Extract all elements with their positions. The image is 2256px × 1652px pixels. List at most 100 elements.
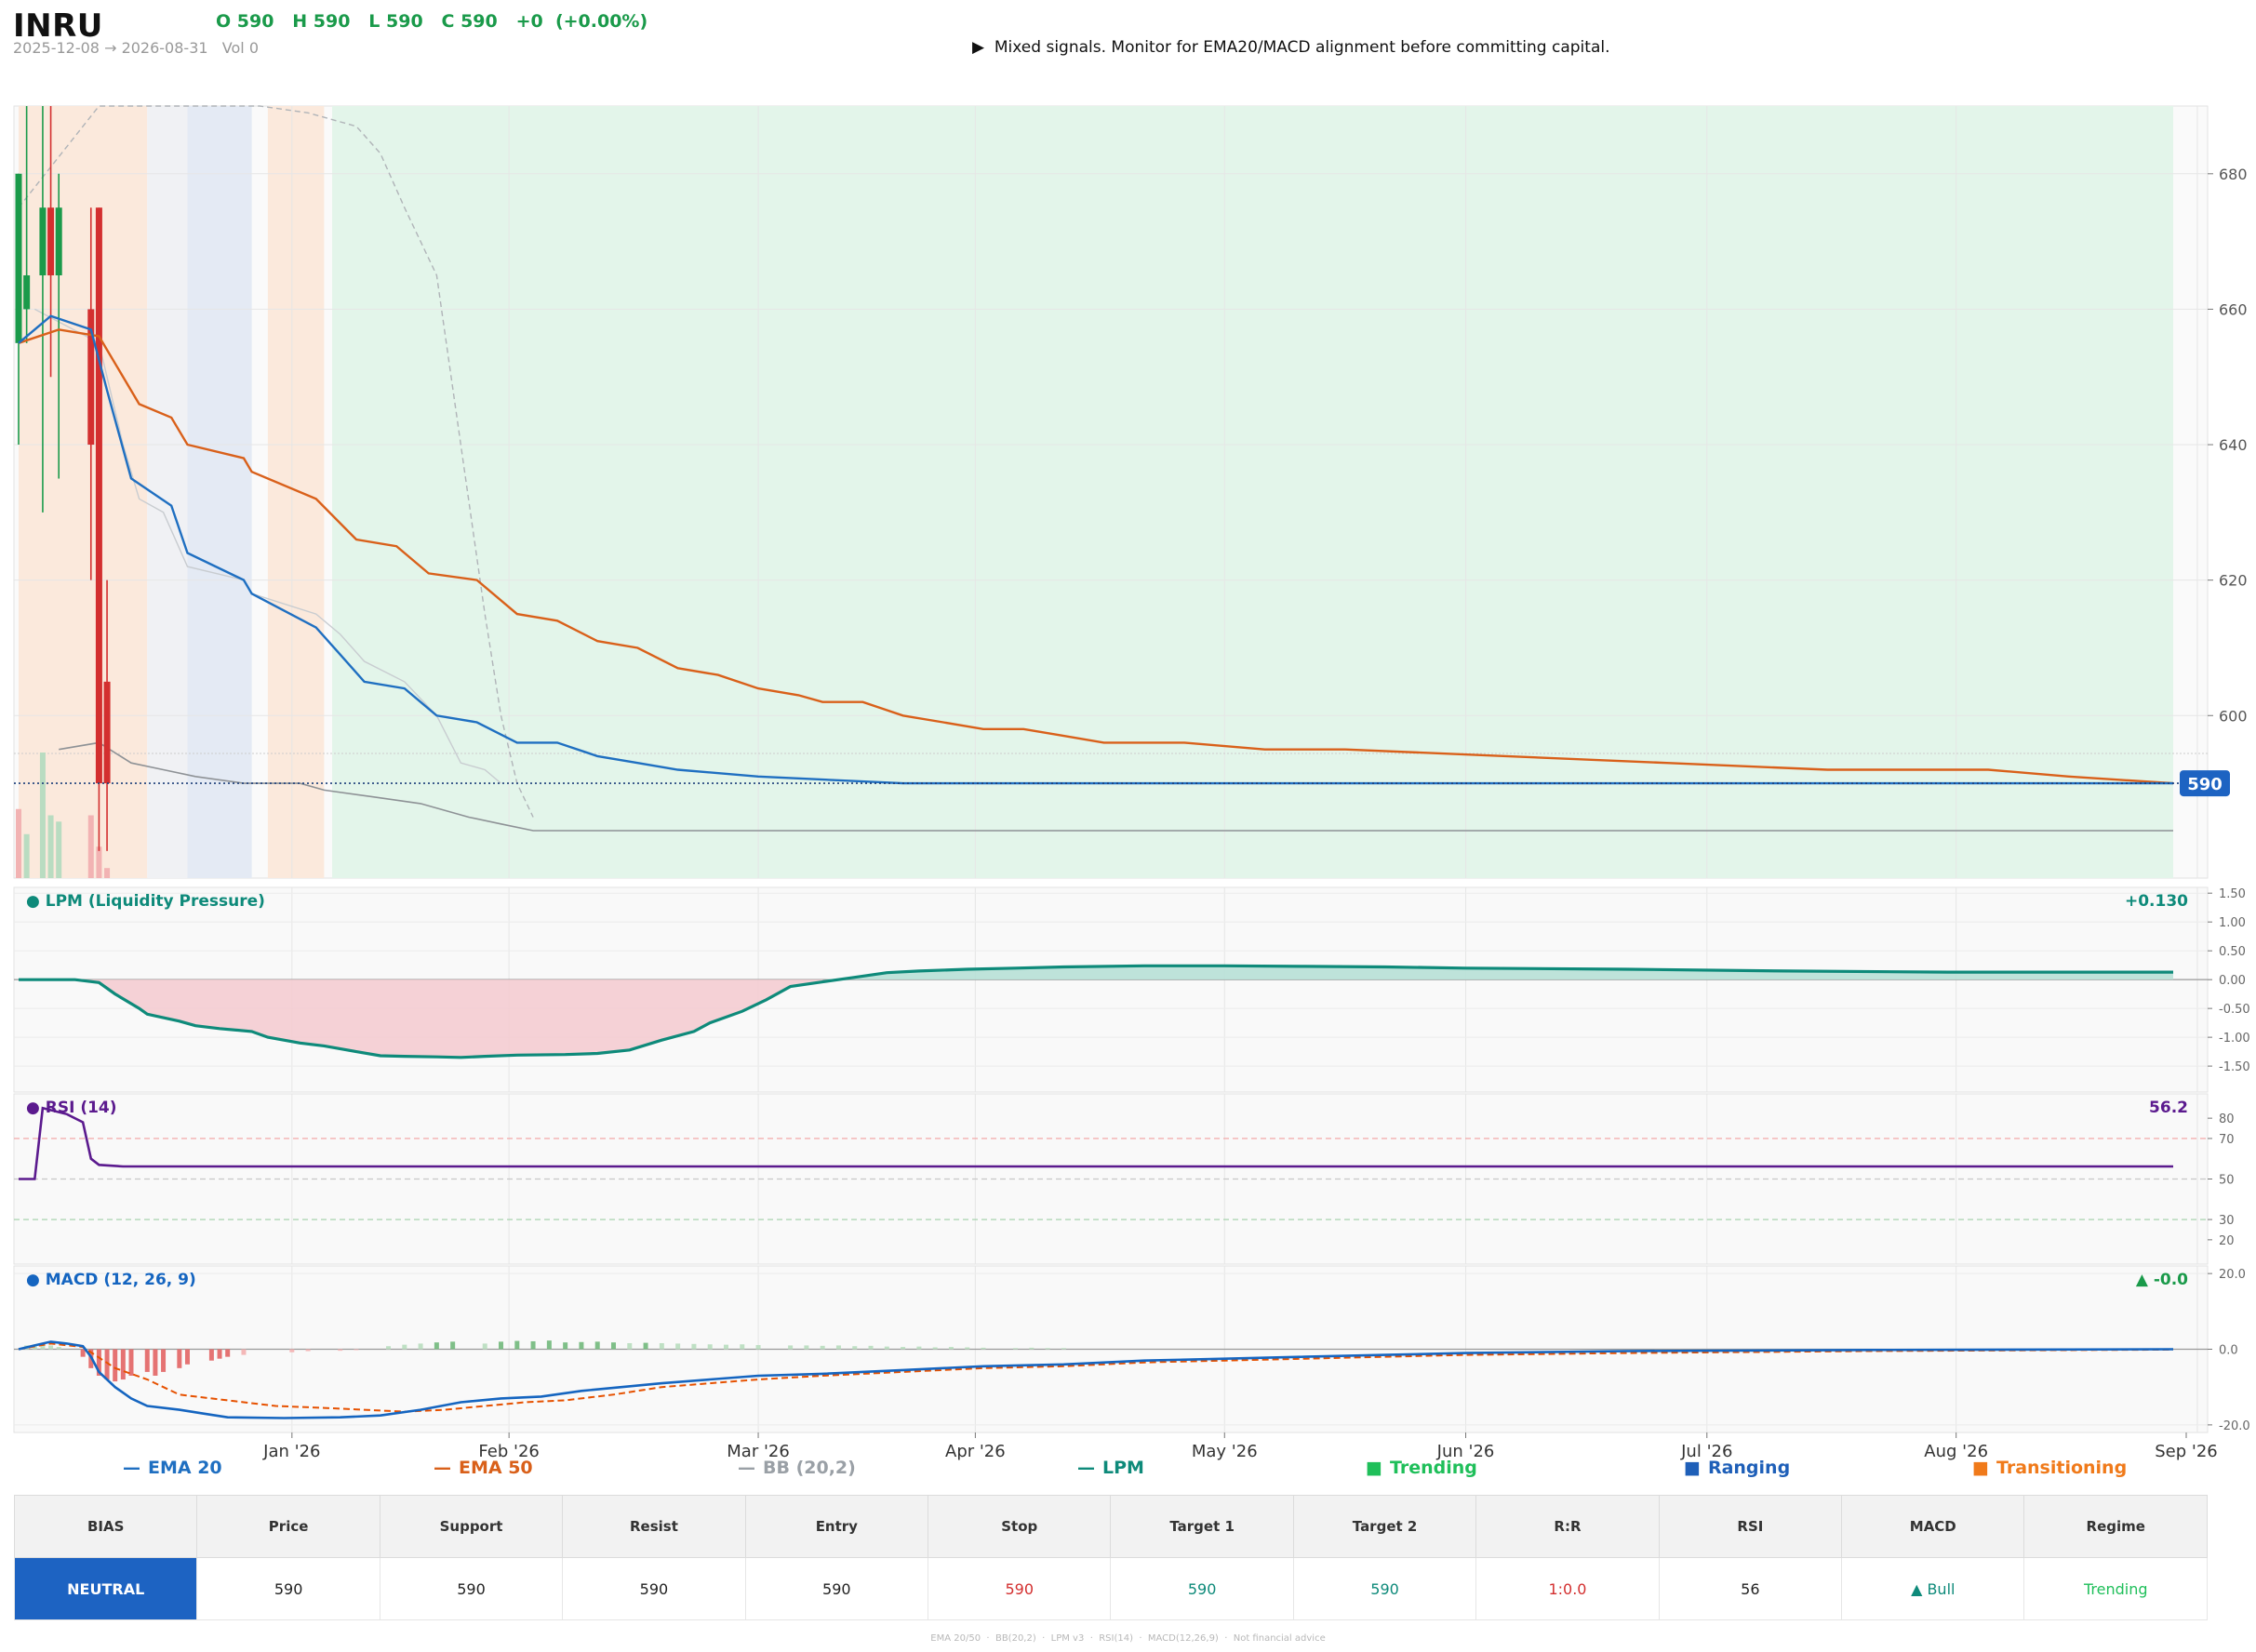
macd-histogram-bar	[594, 1341, 600, 1350]
legend-item: — EMA 20	[123, 1458, 222, 1478]
macd-histogram-bar	[153, 1349, 158, 1376]
price-axis-tick-label: 600	[2219, 707, 2248, 725]
table-value-cell: 1:0.0	[1475, 1557, 1660, 1620]
legend-label: Trending	[1390, 1458, 1477, 1478]
volume-bar	[87, 815, 94, 878]
macd-histogram-bar	[56, 1347, 61, 1350]
trade-summary-table: BIAS Price Support Resist Entry Stop Target 1T…	[13, 1495, 2208, 1620]
macd-histogram-bar	[386, 1346, 392, 1350]
lpm-axis-tick-label: -1.00	[2219, 1032, 2250, 1046]
legend-label: LPM	[1102, 1458, 1144, 1478]
macd-histogram-bar	[1061, 1348, 1066, 1350]
macd-histogram-bar	[482, 1343, 487, 1350]
macd-histogram-bar	[499, 1341, 504, 1350]
macd-histogram-bar	[1045, 1348, 1050, 1350]
macd-histogram-bar	[80, 1349, 86, 1357]
rsi-axis-tick-label: 80	[2219, 1112, 2235, 1126]
macd-histogram-bar	[627, 1342, 633, 1350]
legend-item: — LPM	[1077, 1458, 1144, 1478]
price-axis-tick-label: 680	[2219, 166, 2248, 183]
candle-body	[23, 275, 31, 310]
macd-histogram-bar	[48, 1345, 54, 1350]
macd-histogram-bar	[208, 1349, 214, 1361]
macd-histogram-bar	[563, 1342, 568, 1350]
legend-label: EMA 20	[148, 1458, 222, 1478]
bias-badge: NEUTRAL	[13, 1557, 198, 1620]
price-tag-label: 590	[2187, 775, 2223, 794]
macd-histogram-bar	[1029, 1347, 1035, 1350]
macd-histogram-bar	[659, 1342, 664, 1350]
macd-histogram-bar	[402, 1344, 407, 1350]
legend-marker: —	[123, 1458, 140, 1478]
table-value-cell: 590	[928, 1557, 1112, 1620]
macd-histogram-bar	[434, 1342, 439, 1350]
macd-histogram-bar	[450, 1341, 456, 1350]
rsi-axis-tick-label: 20	[2219, 1234, 2235, 1248]
candle-body	[39, 207, 47, 276]
macd-histogram-bar	[144, 1349, 150, 1372]
macd-histogram-bar	[1013, 1348, 1019, 1350]
volume-bar	[23, 833, 30, 878]
macd-histogram-bar	[338, 1349, 343, 1352]
macd-axis-tick-label: -20.0	[2219, 1419, 2250, 1433]
chart-canvas[interactable]: 600 620 640 660 680 590 1.50 1.00 0.50 0.00 -0.50 -…	[0, 0, 2256, 1488]
table-value-cell: 590	[379, 1557, 564, 1620]
legend-marker: —	[434, 1458, 451, 1478]
macd-title: ● MACD (12, 26, 9)	[26, 1271, 196, 1289]
macd-axis-tick-label: 20.0	[2219, 1268, 2246, 1282]
macd-histogram-bar	[965, 1347, 970, 1350]
lpm-axis-tick-label: 1.50	[2219, 887, 2246, 901]
table-header-cell: Resist	[562, 1495, 746, 1558]
regime-band-ranging	[147, 106, 188, 878]
table-header-cell: Target 1	[1110, 1495, 1294, 1558]
macd-histogram-bar	[184, 1349, 190, 1365]
macd-histogram-bar	[225, 1349, 231, 1357]
volume-bar	[104, 868, 111, 878]
lpm-title: ● LPM (Liquidity Pressure)	[26, 892, 265, 911]
lpm-axis-tick-label: -1.50	[2219, 1060, 2250, 1074]
macd-histogram-bar	[546, 1340, 552, 1350]
table-header-cell: RSI	[1658, 1495, 1843, 1558]
table-header-cell: Regime	[2023, 1495, 2208, 1558]
regime-band-transitioning	[19, 106, 148, 878]
volume-bar	[96, 846, 102, 878]
macd-histogram-bar	[128, 1349, 134, 1376]
macd-histogram-bar	[755, 1345, 761, 1350]
macd-histogram-bar	[804, 1345, 809, 1350]
volume-bar	[39, 753, 46, 878]
macd-histogram-bar	[579, 1341, 584, 1350]
macd-histogram-bar	[740, 1344, 745, 1350]
table-header-cell: R:R	[1475, 1495, 1660, 1558]
macd-histogram-bar	[610, 1342, 616, 1350]
table-value-cell: 590	[1292, 1557, 1477, 1620]
macd-histogram-bar	[643, 1342, 648, 1350]
macd-histogram-bar	[868, 1345, 874, 1350]
x-axis-tick-label: Sep '26	[2155, 1442, 2218, 1461]
table-value-cell: 590	[196, 1557, 380, 1620]
macd-histogram-bar	[835, 1345, 841, 1350]
footer-note: EMA 20/50 · BB(20,2) · LPM v3 · RSI(14) …	[930, 1633, 1326, 1644]
macd-histogram-bar	[289, 1349, 295, 1352]
macd-histogram-bar	[120, 1349, 126, 1380]
lpm-axis-tick-label: 1.00	[2219, 916, 2246, 930]
legend-item: ■ Transitioning	[1972, 1458, 2127, 1478]
legend-item: ■ Ranging	[1684, 1458, 1790, 1478]
candle-body	[47, 207, 55, 276]
candle-body	[103, 681, 111, 784]
macd-histogram-bar	[691, 1343, 697, 1350]
macd-histogram-bar	[217, 1349, 222, 1359]
regime-band-transitioning	[267, 106, 325, 878]
table-row: NEUTRAL 590 590 590 590 590 590 590 1:0.0 56 ▲ Bul…	[13, 1557, 2208, 1620]
macd-histogram-bar	[177, 1349, 182, 1368]
legend-label: Transitioning	[1996, 1458, 2127, 1478]
candle-body	[95, 207, 102, 784]
table-value-cell: 590	[744, 1557, 929, 1620]
macd-histogram-bar	[820, 1345, 825, 1350]
table-value-cell: 590	[1110, 1557, 1294, 1620]
price-axis-tick-label: 620	[2219, 572, 2248, 590]
rsi-axis-tick-label: 50	[2219, 1174, 2235, 1188]
legend-label: EMA 50	[459, 1458, 533, 1478]
table-header-cell: Entry	[744, 1495, 929, 1558]
table-header-cell: MACD	[1841, 1495, 2025, 1558]
lpm-axis-tick-label: 0.00	[2219, 974, 2246, 988]
